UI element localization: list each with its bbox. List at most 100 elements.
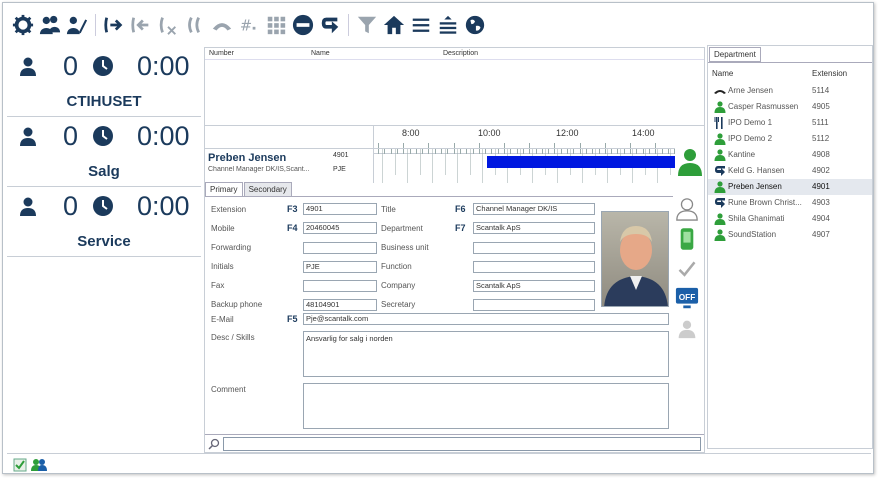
checkmark-icon[interactable] (673, 255, 701, 283)
secretary-field[interactable] (473, 299, 595, 311)
user-green-icon (714, 213, 726, 225)
extension-field[interactable]: 4901 (303, 203, 377, 215)
toolbar-separator (95, 14, 96, 36)
initials-field[interactable]: PJE (303, 261, 377, 273)
department-row[interactable]: Kantine 4908 (708, 147, 872, 163)
department-field[interactable]: Scantalk ApS (473, 222, 595, 234)
keypad-icon[interactable] (264, 13, 288, 37)
department-row[interactable]: Arne Jensen 5114 (708, 83, 872, 99)
department-row-name: Shila Ghanimati (728, 214, 785, 223)
settings-icon[interactable] (11, 13, 35, 37)
timeline-tick (457, 149, 458, 183)
timeline-row[interactable]: Preben Jensen Channel Manager DK/IS,Scan… (205, 148, 675, 183)
forwarding-field[interactable] (303, 242, 377, 254)
redirect-icon (714, 165, 726, 177)
do-not-disturb-icon[interactable] (291, 13, 315, 37)
queue-salg[interactable]: 0 0:00 Salg (7, 117, 201, 187)
contact-detail-panel: Number Name Description 8:00 10:00 12:00… (204, 47, 705, 453)
users-icon[interactable] (38, 13, 62, 37)
contact-card-icon[interactable] (673, 195, 701, 223)
fax-field[interactable] (303, 280, 377, 292)
mobile-phone-icon[interactable] (673, 225, 701, 253)
toolbar: # (5, 5, 871, 45)
col-number[interactable]: Number (209, 50, 234, 57)
svg-text:#: # (240, 18, 252, 35)
conference-icon[interactable] (183, 13, 207, 37)
email-label: E-Mail (211, 315, 234, 324)
timeline-tick (482, 149, 483, 183)
tab-department[interactable]: Department (709, 47, 761, 62)
transfer-icon[interactable] (102, 13, 126, 37)
cutlery-icon (714, 117, 726, 129)
department-row[interactable]: Preben Jensen 4901 (708, 179, 872, 195)
col-description[interactable]: Description (443, 50, 478, 57)
queue-wait-time: 0:00 (137, 191, 190, 221)
queue-ctihuset[interactable]: 0 0:00 CTIHUSET (7, 47, 201, 117)
backup-phone-field[interactable]: 48104901 (303, 299, 377, 311)
list-icon[interactable] (409, 13, 433, 37)
function-field[interactable] (473, 261, 595, 273)
mobile-field[interactable]: 20460045 (303, 222, 377, 234)
f3-key: F3 (287, 204, 298, 214)
department-row-extension: 5114 (812, 86, 830, 95)
department-row[interactable]: SoundStation 4907 (708, 227, 872, 243)
department-row-name: Casper Rasmussen (728, 102, 799, 111)
queue-service[interactable]: 0 0:00 Service (7, 187, 201, 257)
person-name: Preben Jensen (208, 152, 287, 164)
department-label: Department (381, 224, 423, 233)
timeline-hour: 12:00 (556, 128, 579, 138)
hangup-icon[interactable] (210, 13, 234, 37)
company-label: Company (381, 281, 416, 290)
person-extension: 4901 (333, 152, 349, 159)
globe-icon[interactable] (463, 13, 487, 37)
company-field[interactable]: Scantalk ApS (473, 280, 595, 292)
user-edit-icon[interactable] (65, 13, 89, 37)
clock-icon (93, 196, 113, 216)
title-field[interactable]: Channel Manager DK/IS (473, 203, 595, 215)
check-status-icon[interactable] (13, 458, 27, 472)
transfer-cancel-icon[interactable] (156, 13, 180, 37)
business-unit-field[interactable] (473, 242, 595, 254)
user-green-icon (714, 149, 726, 161)
home-icon[interactable] (382, 13, 406, 37)
extension-label: Extension (211, 205, 247, 214)
department-row[interactable]: Rune Brown Christ... 4903 (708, 195, 872, 211)
email-field[interactable]: Pje@scantalk.com (303, 313, 669, 325)
filter-icon[interactable] (355, 13, 379, 37)
available-user-icon[interactable] (677, 148, 703, 178)
queue-name: Service (77, 233, 131, 250)
timeline-tick (407, 149, 408, 183)
redirect-icon[interactable] (318, 13, 342, 37)
col-name[interactable]: Name (311, 50, 330, 57)
desc-skills-field[interactable]: Ansvarlig for salg i norden (303, 331, 669, 377)
user-icon (20, 197, 36, 216)
search-input[interactable] (223, 437, 701, 451)
department-row-name: Keld G. Hansen (728, 166, 785, 175)
dtmf-icon[interactable]: # (237, 13, 261, 37)
queue-name: CTIHUSET (66, 93, 142, 110)
off-button-label: OFF (679, 292, 696, 302)
forwarding-label: Forwarding (211, 243, 252, 252)
users-status-icon[interactable] (31, 458, 47, 472)
department-row[interactable]: IPO Demo 1 5111 (708, 115, 872, 131)
department-row[interactable]: Shila Ghanimati 4904 (708, 211, 872, 227)
timeline-hour: 14:00 (632, 128, 655, 138)
timeline-tick (394, 149, 396, 175)
contact-form: Extension F3 4901 Title F6 Channel Manag… (205, 196, 673, 434)
department-row-extension: 4905 (812, 102, 830, 111)
initials-label: Initials (211, 262, 234, 271)
department-row[interactable]: IPO Demo 2 5112 (708, 131, 872, 147)
call-grid[interactable] (205, 60, 704, 126)
department-row[interactable]: Keld G. Hansen 4902 (708, 163, 872, 179)
tab-primary[interactable]: Primary (205, 182, 243, 196)
department-row[interactable]: Casper Rasmussen 4905 (708, 99, 872, 115)
col-name[interactable]: Name (712, 69, 733, 78)
fax-label: Fax (211, 281, 225, 290)
comment-field[interactable] (303, 383, 669, 429)
col-extension[interactable]: Extension (812, 69, 847, 78)
user-grey-icon[interactable] (673, 315, 701, 343)
sort-icon[interactable] (436, 13, 460, 37)
off-button[interactable]: OFF (673, 285, 701, 313)
transfer-back-icon[interactable] (129, 13, 153, 37)
tab-secondary[interactable]: Secondary (243, 182, 292, 196)
